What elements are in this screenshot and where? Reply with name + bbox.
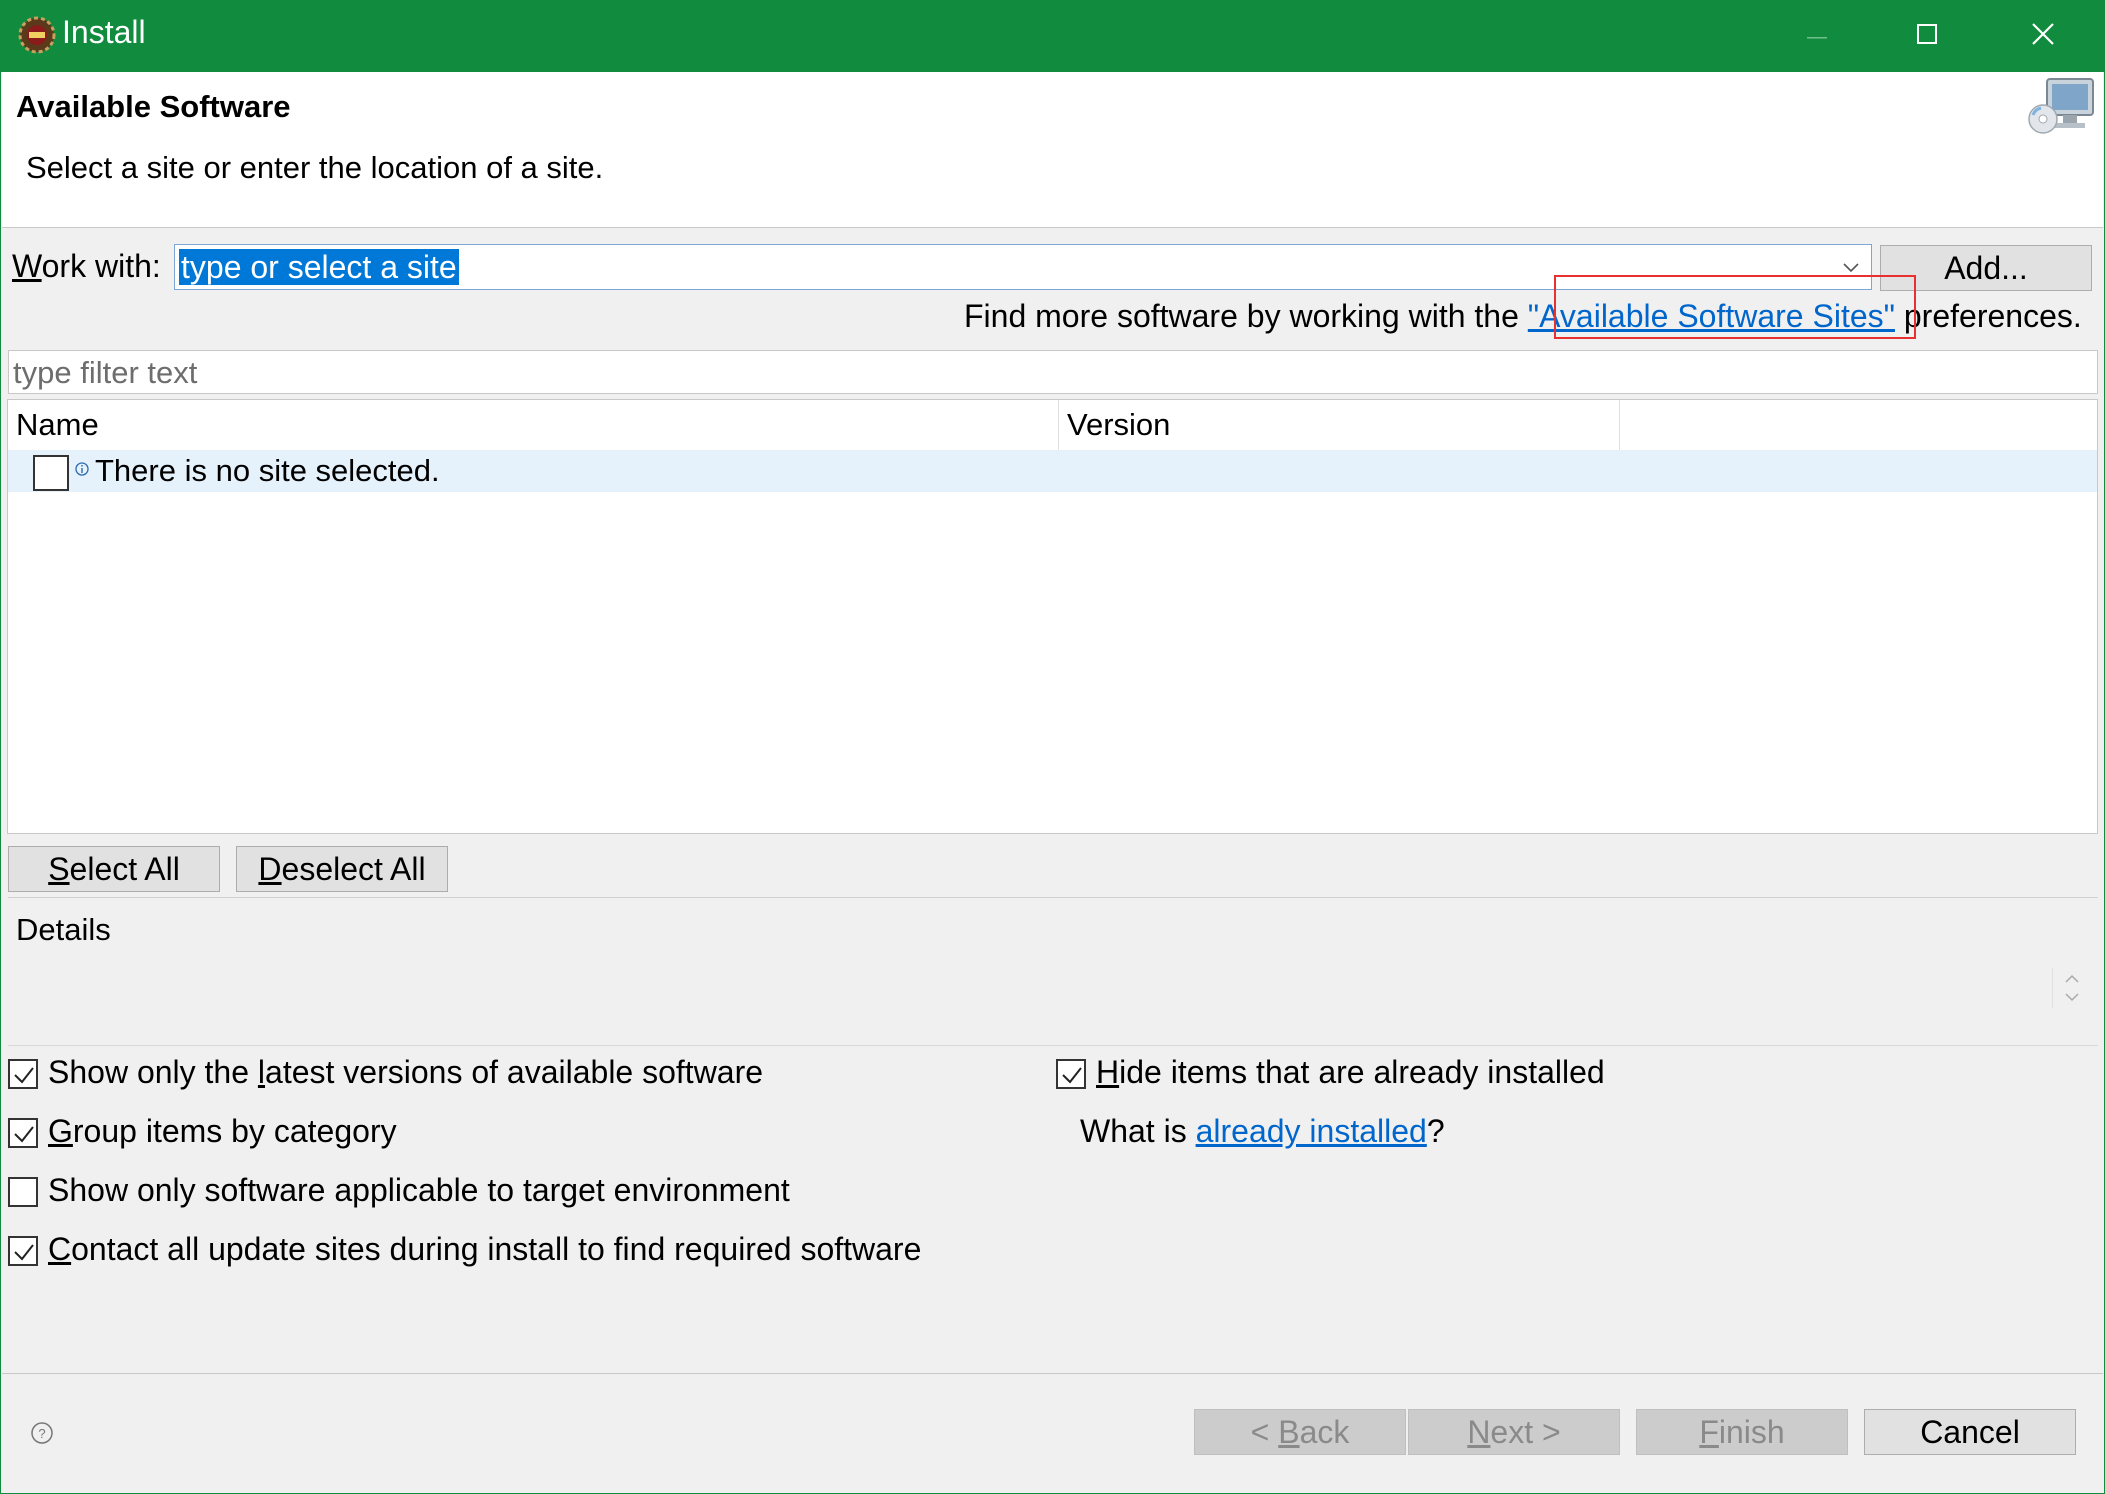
select-all-label: Select All <box>48 850 180 887</box>
minimize-icon <box>1807 27 1827 45</box>
find-more-suffix: preferences. <box>1894 298 2082 334</box>
find-more-prefix: Find more software by working with the <box>964 298 1528 334</box>
close-icon <box>2032 22 2054 50</box>
next-label: Next > <box>1467 1413 1561 1450</box>
software-table[interactable]: Name Version There is no site selected. <box>7 399 2098 834</box>
details-scroll-arrows-icon[interactable] <box>2052 968 2092 1008</box>
contact-update-sites-checkbox[interactable] <box>8 1236 38 1266</box>
details-area <box>8 927 2098 1046</box>
add-site-button-label: Add... <box>1944 249 2028 286</box>
target-environment-checkbox[interactable] <box>8 1177 38 1207</box>
help-icon[interactable]: ? <box>29 1420 55 1446</box>
cancel-label: Cancel <box>1920 1413 2020 1450</box>
select-all-button[interactable]: Select All <box>8 846 220 892</box>
column-header-version[interactable]: Version <box>1059 400 1619 450</box>
computer-cd-icon <box>2027 75 2097 137</box>
footer-divider <box>2 1373 2103 1374</box>
wizard-header: Available Software Select a site or ente… <box>2 72 2103 228</box>
column-divider <box>1619 400 1620 450</box>
target-environment-label[interactable]: Show only software applicable to target … <box>48 1172 790 1209</box>
back-label: < Back <box>1250 1413 1350 1450</box>
latest-versions-checkbox[interactable] <box>8 1059 38 1089</box>
work-with-input[interactable]: type or select a site <box>179 249 459 285</box>
next-button[interactable]: Next > <box>1408 1409 1620 1455</box>
group-by-category-checkbox[interactable] <box>8 1118 38 1148</box>
latest-versions-label[interactable]: Show only the latest versions of availab… <box>48 1054 763 1091</box>
back-button[interactable]: < Back <box>1194 1409 1406 1455</box>
maximize-icon <box>1917 23 1937 49</box>
already-installed-link[interactable]: already installed <box>1196 1113 1427 1149</box>
column-header-name[interactable]: Name <box>8 400 1058 450</box>
svg-text:?: ? <box>38 1426 45 1441</box>
chevron-down-icon[interactable] <box>1841 257 1861 277</box>
info-icon <box>75 462 89 476</box>
row-checkbox[interactable] <box>33 455 69 491</box>
details-label: Details <box>16 912 111 947</box>
filter-input[interactable]: type filter text <box>8 350 2098 394</box>
row-label: There is no site selected. <box>95 453 440 488</box>
work-with-label: Work with: <box>12 248 161 284</box>
filter-placeholder: type filter text <box>13 355 198 390</box>
details-divider <box>8 897 2098 898</box>
hide-installed-label[interactable]: Hide items that are already installed <box>1096 1054 1605 1091</box>
group-by-category-label[interactable]: Group items by category <box>48 1113 397 1150</box>
deselect-all-label: Deselect All <box>258 850 426 887</box>
cancel-button[interactable]: Cancel <box>1864 1409 2076 1455</box>
maximize-button[interactable] <box>1870 0 1984 72</box>
highlight-annotation <box>1554 275 1916 339</box>
finish-label: Finish <box>1699 1413 1785 1450</box>
contact-update-sites-label[interactable]: Contact all update sites during install … <box>48 1231 921 1268</box>
deselect-all-button[interactable]: Deselect All <box>236 846 448 892</box>
title-bar: Install <box>0 0 2105 72</box>
finish-button[interactable]: Finish <box>1636 1409 1848 1455</box>
page-description: Select a site or enter the location of a… <box>26 150 604 185</box>
eclipse-gear-icon <box>18 16 56 54</box>
close-window-button[interactable] <box>1986 0 2100 72</box>
window-title: Install <box>62 14 146 50</box>
page-title: Available Software <box>16 89 291 124</box>
hide-installed-checkbox[interactable] <box>1056 1059 1086 1089</box>
what-is-installed-text: What is already installed? <box>1080 1113 1445 1149</box>
table-row[interactable]: There is no site selected. <box>8 450 2097 492</box>
minimize-button[interactable] <box>1760 0 1874 72</box>
